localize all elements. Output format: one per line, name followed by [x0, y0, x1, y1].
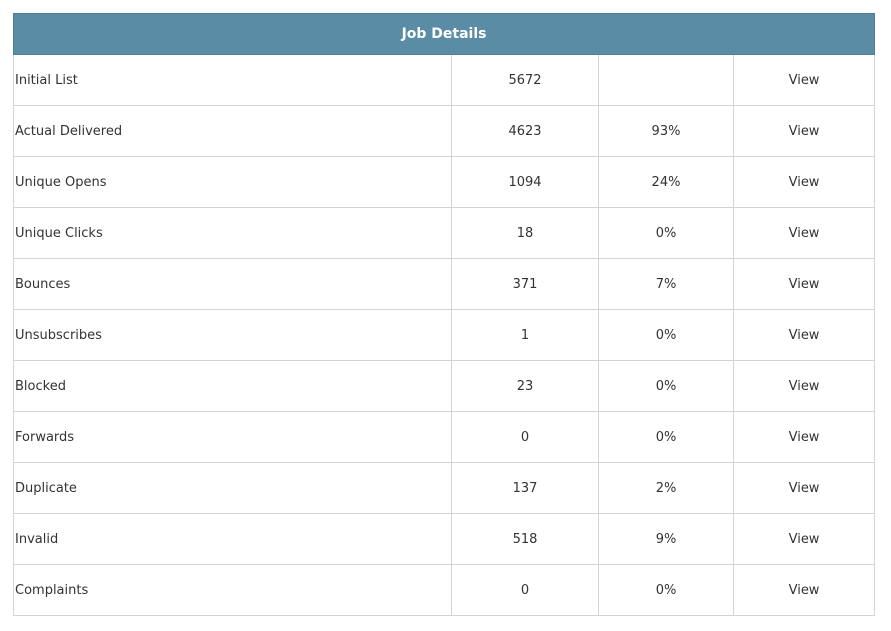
row-label: Bounces [13, 258, 452, 310]
table-row: Duplicate 137 2% View [13, 462, 876, 514]
table-row: Initial List 5672 View [13, 54, 876, 106]
table-row: Unique Clicks 18 0% View [13, 207, 876, 259]
view-link[interactable]: View [789, 430, 820, 445]
view-link[interactable]: View [789, 226, 820, 241]
view-link[interactable]: View [789, 124, 820, 139]
table-header-row: Job Details [12, 13, 876, 55]
table-row: Blocked 23 0% View [13, 360, 876, 412]
view-link[interactable]: View [789, 532, 820, 547]
row-percent: 9% [598, 513, 734, 565]
row-view-cell: View [732, 564, 876, 616]
view-link[interactable]: View [789, 73, 820, 88]
row-count: 1 [451, 309, 599, 361]
row-view-cell: View [732, 513, 876, 565]
row-percent: 0% [598, 411, 734, 463]
view-link[interactable]: View [789, 481, 820, 496]
row-view-cell: View [732, 309, 876, 361]
row-count: 0 [451, 411, 599, 463]
table-row: Forwards 0 0% View [13, 411, 876, 463]
view-link[interactable]: View [789, 175, 820, 190]
row-view-cell: View [732, 258, 876, 310]
table-row: Actual Delivered 4623 93% View [13, 105, 876, 157]
row-percent: 7% [598, 258, 734, 310]
row-label: Duplicate [13, 462, 452, 514]
row-view-cell: View [732, 411, 876, 463]
row-label: Actual Delivered [13, 105, 452, 157]
row-percent: 0% [598, 309, 734, 361]
row-percent [598, 54, 734, 106]
job-details-table: Job Details Initial List 5672 View Actua… [12, 13, 876, 616]
row-count: 4623 [451, 105, 599, 157]
table-row: Bounces 371 7% View [13, 258, 876, 310]
table-title: Job Details [12, 13, 876, 55]
row-view-cell: View [732, 207, 876, 259]
row-percent: 2% [598, 462, 734, 514]
row-view-cell: View [732, 462, 876, 514]
row-count: 5672 [451, 54, 599, 106]
table-row: Unsubscribes 1 0% View [13, 309, 876, 361]
row-label: Invalid [13, 513, 452, 565]
row-view-cell: View [732, 54, 876, 106]
row-label: Unsubscribes [13, 309, 452, 361]
row-count: 518 [451, 513, 599, 565]
row-view-cell: View [732, 105, 876, 157]
view-link[interactable]: View [789, 379, 820, 394]
view-link[interactable]: View [789, 583, 820, 598]
row-count: 1094 [451, 156, 599, 208]
row-count: 18 [451, 207, 599, 259]
row-label: Blocked [13, 360, 452, 412]
row-label: Forwards [13, 411, 452, 463]
row-percent: 0% [598, 360, 734, 412]
row-count: 371 [451, 258, 599, 310]
row-label: Unique Clicks [13, 207, 452, 259]
row-label: Initial List [13, 54, 452, 106]
row-percent: 93% [598, 105, 734, 157]
table-row: Unique Opens 1094 24% View [13, 156, 876, 208]
row-count: 0 [451, 564, 599, 616]
view-link[interactable]: View [789, 328, 820, 343]
row-view-cell: View [732, 360, 876, 412]
table-row: Invalid 518 9% View [13, 513, 876, 565]
row-percent: 0% [598, 207, 734, 259]
row-count: 23 [451, 360, 599, 412]
row-percent: 0% [598, 564, 734, 616]
row-view-cell: View [732, 156, 876, 208]
row-percent: 24% [598, 156, 734, 208]
row-count: 137 [451, 462, 599, 514]
row-label: Unique Opens [13, 156, 452, 208]
table-row: Complaints 0 0% View [13, 564, 876, 616]
view-link[interactable]: View [789, 277, 820, 292]
row-label: Complaints [13, 564, 452, 616]
